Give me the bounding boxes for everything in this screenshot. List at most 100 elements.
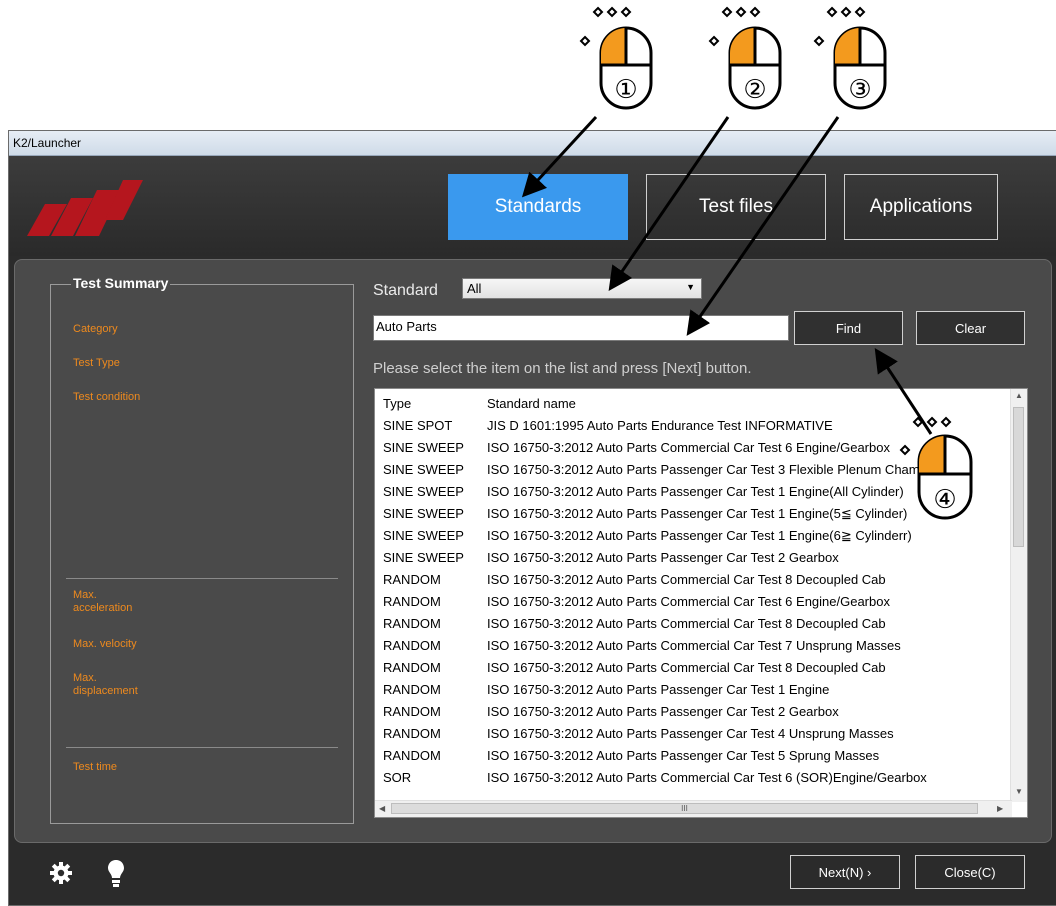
table-row[interactable]: RANDOM ISO 16750-3:2012 Auto Parts Commer… (375, 569, 995, 591)
row-standard-name: ISO 16750-3:2012 Auto Parts Commercial C… (487, 660, 886, 675)
tab-test-files[interactable]: Test files (646, 174, 826, 240)
row-type: SINE SWEEP (383, 550, 464, 565)
tab-applications[interactable]: Applications (844, 174, 998, 240)
table-row[interactable]: SINE SPOT JIS D 1601:1995 Auto Parts Endu… (375, 415, 995, 437)
row-type: SINE SWEEP (383, 440, 464, 455)
row-type: RANDOM (383, 572, 441, 587)
test-time-label: Test time (73, 761, 118, 773)
row-type: RANDOM (383, 594, 441, 609)
row-type: SOR (383, 770, 412, 785)
table-row[interactable]: SINE SWEEP ISO 16750-3:2012 Auto Parts Pa… (375, 481, 995, 503)
row-standard-name: ISO 16750-3:2012 Auto Parts Passenger Ca… (487, 484, 904, 499)
row-standard-name: ISO 16750-3:2012 Auto Parts Passenger Ca… (487, 550, 839, 565)
max-displacement-label: Max. displacement (73, 672, 138, 698)
scroll-up-icon[interactable]: ▲ (1015, 391, 1023, 400)
standard-dropdown-value: All (467, 281, 482, 296)
table-row[interactable]: RANDOM ISO 16750-3:2012 Auto Parts Commer… (375, 635, 995, 657)
table-row[interactable]: SINE SWEEP ISO 16750-3:2012 Auto Parts Pa… (375, 459, 995, 481)
find-button[interactable]: Find (794, 311, 903, 345)
standards-list[interactable]: Type Standard name SINE SPOT JIS D 1601:1… (374, 388, 1028, 818)
row-standard-name: ISO 16750-3:2012 Auto Parts Commercial C… (487, 638, 901, 653)
mouse-step-1-icon (579, 6, 653, 110)
row-type: RANDOM (383, 660, 441, 675)
row-type: RANDOM (383, 704, 441, 719)
scroll-down-icon[interactable]: ▼ (1015, 787, 1023, 796)
table-row[interactable]: RANDOM ISO 16750-3:2012 Auto Parts Passen… (375, 701, 995, 723)
row-type: RANDOM (383, 682, 441, 697)
step-1-number: ① (614, 75, 637, 105)
max-acceleration-label: Max. acceleration (73, 589, 132, 615)
row-type: RANDOM (383, 638, 441, 653)
table-row[interactable]: SINE SWEEP ISO 16750-3:2012 Auto Parts Pa… (375, 547, 995, 569)
row-type: SINE SWEEP (383, 484, 464, 499)
row-type: SINE SWEEP (383, 506, 464, 521)
row-standard-name: ISO 16750-3:2012 Auto Parts Passenger Ca… (487, 726, 894, 741)
column-header-type[interactable]: Type (383, 396, 411, 411)
row-standard-name: ISO 16750-3:2012 Auto Parts Passenger Ca… (487, 462, 949, 477)
row-standard-name: ISO 16750-3:2012 Auto Parts Commercial C… (487, 616, 886, 631)
table-row[interactable]: RANDOM ISO 16750-3:2012 Auto Parts Commer… (375, 591, 995, 613)
row-standard-name: ISO 16750-3:2012 Auto Parts Commercial C… (487, 770, 927, 785)
instruction-text: Please select the item on the list and p… (373, 360, 752, 377)
horizontal-scrollbar[interactable]: ◀ III ▶ (375, 800, 1012, 817)
table-row[interactable]: RANDOM ISO 16750-3:2012 Auto Parts Passen… (375, 679, 995, 701)
title-bar: K2/Launcher (9, 131, 1056, 156)
chevron-down-icon: ▼ (686, 282, 695, 292)
standard-dropdown[interactable]: All ▼ (462, 278, 702, 299)
column-header-name[interactable]: Standard name (487, 396, 576, 411)
table-row[interactable]: SINE SWEEP ISO 16750-3:2012 Auto Parts Pa… (375, 503, 995, 525)
window-title: K2/Launcher (13, 136, 82, 150)
summary-divider (66, 747, 338, 748)
row-standard-name: ISO 16750-3:2012 Auto Parts Commercial C… (487, 594, 890, 609)
vertical-scroll-thumb[interactable] (1013, 407, 1024, 547)
test-summary-title: Test Summary (71, 275, 171, 291)
search-input[interactable]: Auto Parts (373, 315, 789, 341)
row-standard-name: ISO 16750-3:2012 Auto Parts Commercial C… (487, 572, 886, 587)
brand-logo (27, 180, 143, 236)
table-row[interactable]: RANDOM ISO 16750-3:2012 Auto Parts Commer… (375, 657, 995, 679)
max-displacement-label-line1: Max. (73, 672, 97, 684)
test-type-label: Test Type (73, 357, 120, 369)
row-type: SINE SWEEP (383, 462, 464, 477)
main-panel: Test Summary Category Test Type Test con… (14, 259, 1052, 843)
table-row[interactable]: SOR ISO 16750-3:2012 Auto Parts Commercia… (375, 767, 995, 789)
row-standard-name: JIS D 1601:1995 Auto Parts Endurance Tes… (487, 418, 833, 433)
max-velocity-label: Max. velocity (73, 638, 137, 650)
max-acceleration-label-line2: acceleration (73, 602, 133, 614)
step-3-number: ③ (848, 75, 871, 105)
step-2-number: ② (743, 75, 766, 105)
table-row[interactable]: RANDOM ISO 16750-3:2012 Auto Parts Commer… (375, 613, 995, 635)
clear-button[interactable]: Clear (916, 311, 1025, 345)
vertical-scrollbar[interactable]: ▲ ▼ (1010, 389, 1027, 802)
horizontal-scroll-thumb[interactable]: III (391, 803, 978, 814)
table-row[interactable]: RANDOM ISO 16750-3:2012 Auto Parts Passen… (375, 723, 995, 745)
table-row[interactable]: RANDOM ISO 16750-3:2012 Auto Parts Passen… (375, 745, 995, 767)
gear-icon[interactable] (49, 861, 73, 885)
scroll-left-icon[interactable]: ◀ (379, 804, 385, 813)
tab-standards[interactable]: Standards (448, 174, 628, 240)
mouse-step-2-icon (708, 6, 782, 110)
max-acceleration-label-line1: Max. (73, 589, 97, 601)
row-standard-name: ISO 16750-3:2012 Auto Parts Passenger Ca… (487, 682, 830, 697)
scroll-right-icon[interactable]: ▶ (997, 804, 1003, 813)
row-standard-name: ISO 16750-3:2012 Auto Parts Commercial C… (487, 440, 890, 455)
row-type: SINE SPOT (383, 418, 453, 433)
row-type: RANDOM (383, 726, 441, 741)
header-bar: Standards Test files Applications (9, 156, 1056, 256)
table-row[interactable]: SINE SWEEP ISO 16750-3:2012 Auto Parts Pa… (375, 525, 995, 547)
summary-divider (66, 578, 338, 579)
row-type: RANDOM (383, 616, 441, 631)
next-button[interactable]: Next(N) › (790, 855, 900, 889)
max-displacement-label-line2: displacement (73, 685, 138, 697)
lightbulb-icon[interactable] (107, 859, 125, 889)
row-standard-name: ISO 16750-3:2012 Auto Parts Passenger Ca… (487, 704, 839, 719)
standard-label: Standard (373, 282, 438, 299)
launcher-window: K2/Launcher Standards Test files Applica… (8, 130, 1056, 906)
row-type: RANDOM (383, 748, 441, 763)
table-row[interactable]: SINE SWEEP ISO 16750-3:2012 Auto Parts Co… (375, 437, 995, 459)
test-summary-box: Test Summary Category Test Type Test con… (50, 275, 354, 824)
category-label: Category (73, 323, 118, 335)
close-button[interactable]: Close(C) (915, 855, 1025, 889)
row-type: SINE SWEEP (383, 528, 464, 543)
row-standard-name: ISO 16750-3:2012 Auto Parts Passenger Ca… (487, 748, 880, 763)
